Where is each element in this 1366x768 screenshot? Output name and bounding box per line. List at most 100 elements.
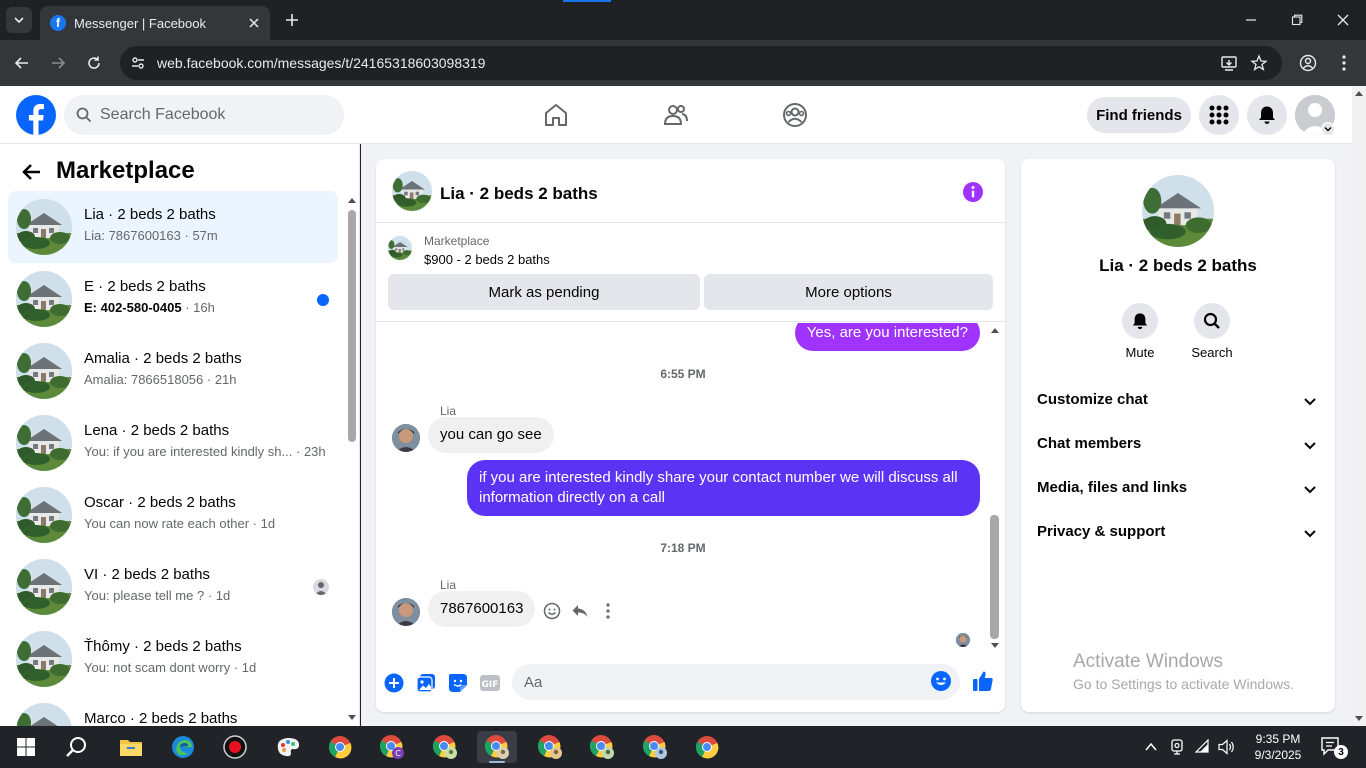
clock[interactable]: 9:35 PM 9/3/2025 xyxy=(1246,731,1310,763)
emoji-button[interactable] xyxy=(930,670,954,694)
more-actions-button[interactable] xyxy=(382,671,406,695)
site-info-button[interactable] xyxy=(124,49,152,77)
page-scrollbar[interactable] xyxy=(1352,86,1366,726)
menu-button[interactable] xyxy=(1199,95,1239,135)
sender-avatar[interactable] xyxy=(392,424,420,452)
conversation-item[interactable]: VI · 2 beds 2 baths You: please tell me … xyxy=(8,551,338,623)
forward-button[interactable] xyxy=(46,51,70,75)
search-action[interactable]: Search xyxy=(1177,303,1247,360)
react-button[interactable] xyxy=(541,600,563,622)
chat-scrollbar[interactable] xyxy=(988,323,1002,653)
privacy-support-row[interactable]: Privacy & support xyxy=(1021,510,1335,554)
address-bar[interactable]: web.facebook.com/messages/t/241653186030… xyxy=(120,46,1282,80)
edge-button[interactable] xyxy=(163,731,203,763)
chat-members-row[interactable]: Chat members xyxy=(1021,422,1335,466)
chrome-profile-1-button[interactable] xyxy=(320,731,360,763)
browser-profile-button[interactable] xyxy=(1296,51,1320,75)
conversation-item[interactable]: Lena · 2 beds 2 baths You: if you are in… xyxy=(8,407,338,479)
chrome-profile-4-button[interactable] xyxy=(477,731,517,763)
facebook-search-input[interactable]: Search Facebook xyxy=(64,95,344,135)
conversation-info-button[interactable] xyxy=(962,181,984,203)
reply-button[interactable] xyxy=(569,600,591,622)
sender-avatar[interactable] xyxy=(392,598,420,626)
listing-thumbnail[interactable] xyxy=(388,236,412,260)
show-hidden-icons-button[interactable] xyxy=(1140,736,1162,758)
volume-button[interactable] xyxy=(1216,736,1238,758)
nav-home[interactable] xyxy=(542,101,570,129)
chrome-profile-2-button[interactable]: C xyxy=(372,731,412,763)
info-avatar[interactable] xyxy=(1142,175,1214,247)
conversation-item[interactable]: Amalia · 2 beds 2 baths Amalia: 78665180… xyxy=(8,335,338,407)
read-receipt-avatar xyxy=(956,633,970,647)
start-button[interactable] xyxy=(6,731,46,763)
recorder-app-button[interactable] xyxy=(215,731,255,763)
outgoing-message[interactable]: Yes, are you interested? xyxy=(794,323,980,351)
nav-friends[interactable] xyxy=(662,101,690,129)
search-in-chat-button[interactable] xyxy=(1194,303,1230,339)
home-icon xyxy=(545,104,567,126)
paint-app-button[interactable] xyxy=(268,731,308,763)
new-tab-button[interactable] xyxy=(282,10,302,30)
sticker-button[interactable] xyxy=(446,671,470,695)
incoming-message[interactable]: 7867600163 xyxy=(428,591,536,627)
mute-action[interactable]: Mute xyxy=(1105,303,1175,360)
message-input[interactable]: Aa xyxy=(512,664,960,700)
mark-as-pending-button[interactable]: Mark as pending xyxy=(388,274,700,310)
chat-title[interactable]: Lia · 2 beds 2 baths xyxy=(440,184,598,204)
conversation-item[interactable]: Marco · 2 beds 2 baths xyxy=(8,695,338,726)
file-explorer-button[interactable] xyxy=(111,731,151,763)
sidebar-scrollbar[interactable] xyxy=(346,194,358,724)
conversation-preview: You: not scam dont worry · 1d xyxy=(84,660,257,675)
tab-close-button[interactable] xyxy=(244,13,264,33)
chrome-profile-7-button[interactable] xyxy=(635,731,675,763)
customize-chat-row[interactable]: Customize chat xyxy=(1021,378,1335,422)
tab-search-button[interactable] xyxy=(6,7,32,33)
conversation-item[interactable]: Ťhômy · 2 beds 2 baths You: not scam don… xyxy=(8,623,338,695)
nav-groups[interactable] xyxy=(781,101,809,129)
install-app-button[interactable] xyxy=(1214,48,1244,78)
taskbar-search-button[interactable] xyxy=(57,731,97,763)
reload-button[interactable] xyxy=(82,51,106,75)
conversation-item[interactable]: E · 2 beds 2 baths E: 402-580-0405 · 16h xyxy=(8,263,338,335)
more-options-button[interactable]: More options xyxy=(704,274,993,310)
meet-now-button[interactable] xyxy=(1166,736,1188,758)
conversation-avatar xyxy=(16,415,72,471)
chat-avatar[interactable] xyxy=(392,171,432,211)
media-files-links-row[interactable]: Media, files and links xyxy=(1021,466,1335,510)
find-friends-button[interactable]: Find friends xyxy=(1087,97,1191,133)
incoming-message[interactable]: you can go see xyxy=(428,417,554,453)
like-button[interactable] xyxy=(971,669,995,693)
back-button[interactable] xyxy=(10,51,34,75)
conversation-item[interactable]: Oscar · 2 beds 2 baths You can now rate … xyxy=(8,479,338,551)
attach-photo-button[interactable] xyxy=(414,671,438,695)
outgoing-message[interactable]: if you are interested kindly share your … xyxy=(467,460,980,516)
notifications-button[interactable] xyxy=(1247,95,1287,135)
conversation-avatar xyxy=(16,343,72,399)
gif-button[interactable]: GIF xyxy=(478,671,502,695)
conversation-item[interactable]: Lia · 2 beds 2 baths Lia: 7867600163 · 5… xyxy=(8,191,338,263)
minimize-button[interactable] xyxy=(1228,0,1274,40)
mute-button[interactable] xyxy=(1122,303,1158,339)
facebook-logo-icon[interactable] xyxy=(16,95,56,135)
browser-menu-button[interactable] xyxy=(1332,51,1356,75)
browser-toolbar: web.facebook.com/messages/t/241653186030… xyxy=(0,40,1366,86)
restore-button[interactable] xyxy=(1274,0,1320,40)
close-window-button[interactable] xyxy=(1320,0,1366,40)
chat-scroll-thumb[interactable] xyxy=(990,515,999,639)
browser-tab-messenger[interactable]: f Messenger | Facebook xyxy=(40,6,270,40)
chrome-profile-6-button[interactable] xyxy=(582,731,622,763)
account-chevron[interactable] xyxy=(1321,122,1335,136)
chrome-profile-8-button[interactable] xyxy=(687,731,727,763)
sidebar-scroll-thumb[interactable] xyxy=(348,210,356,442)
chrome-profile-3-button[interactable] xyxy=(425,731,465,763)
listing-title[interactable]: $900 - 2 beds 2 baths xyxy=(424,252,550,267)
chrome-profile-5-button[interactable] xyxy=(530,731,570,763)
chrome-icon xyxy=(589,735,614,759)
message-more-button[interactable] xyxy=(597,600,619,622)
conversation-name: E · 2 beds 2 baths xyxy=(84,278,206,295)
back-arrow-button[interactable] xyxy=(20,160,44,184)
bookmark-button[interactable] xyxy=(1244,48,1274,78)
chrome-icon xyxy=(537,735,562,759)
install-icon xyxy=(1221,56,1237,71)
network-button[interactable] xyxy=(1192,736,1214,758)
